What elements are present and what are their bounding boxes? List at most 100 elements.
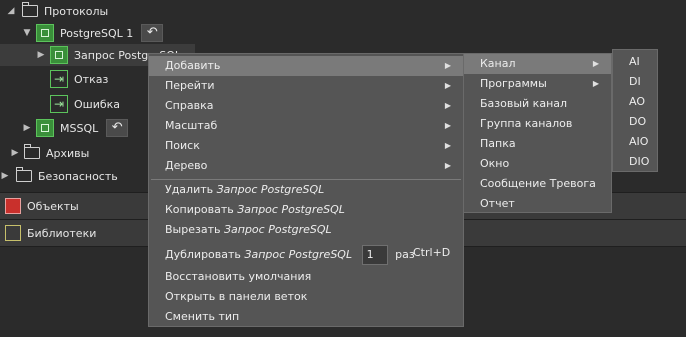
menu-item-label: Дерево — [165, 159, 208, 172]
menu-item-label: Папка — [480, 137, 516, 150]
menu-item-label: Группа каналов — [480, 117, 573, 130]
menu-item-label: Сменить тип — [165, 310, 240, 323]
menu-item-goto[interactable]: Перейти ▶ — [149, 76, 463, 96]
menu-item-change-type[interactable]: Сменить тип — [149, 307, 463, 327]
menu-item-add[interactable]: Добавить ▶ — [149, 56, 463, 76]
tree-item-archives[interactable]: ▶ Архивы — [0, 142, 89, 164]
menu-item-target: Запрос PostgreSQL — [223, 223, 332, 236]
menu-item-ai[interactable]: AI — [613, 52, 657, 72]
menu-item-cut[interactable]: Вырезать Запрос PostgreSQL — [149, 220, 463, 240]
menu-item-window[interactable]: Окно — [464, 154, 611, 174]
menu-item-label: Вырезать — [165, 223, 221, 236]
folder-icon — [16, 167, 32, 182]
menu-item-label: Копировать — [165, 203, 234, 216]
exit-arrow-icon: ⇥ — [50, 95, 68, 113]
duplicate-unit-label: раз — [395, 248, 415, 261]
collapse-arrow-icon[interactable]: ▼ — [22, 28, 32, 38]
menu-item-label: Канал — [480, 57, 516, 70]
menu-item-label: Добавить — [165, 59, 221, 72]
menu-item-label: DO — [629, 115, 647, 128]
duplicate-count-input[interactable]: 1 — [361, 245, 388, 265]
tree-item-security[interactable]: ▶ Безопасность — [0, 165, 118, 187]
tree-item-label: Ошибка — [74, 97, 121, 111]
menu-item-duplicate[interactable]: Дублировать Запрос PostgreSQL 1 раз Ctrl… — [149, 243, 463, 267]
menu-item-label: Удалить — [165, 183, 214, 196]
menu-item-label: Дублировать — [165, 248, 241, 261]
expand-arrow-icon[interactable]: ▶ — [36, 50, 46, 60]
tree-item-label: Протоколы — [44, 4, 109, 18]
expand-arrow-icon[interactable]: ▶ — [10, 148, 20, 158]
menu-item-label: AO — [629, 95, 645, 108]
submenu-arrow-icon: ▶ — [444, 81, 451, 90]
section-label: Объекты — [27, 199, 79, 213]
expand-arrow-icon[interactable]: ▶ — [0, 171, 10, 181]
submenu-arrow-icon: ▶ — [444, 121, 451, 130]
menu-item-label: Открыть в панели веток — [165, 290, 308, 303]
menu-item-delete[interactable]: Удалить Запрос PostgreSQL — [149, 180, 463, 200]
menu-item-dio[interactable]: DIO — [613, 152, 657, 172]
submenu-arrow-icon: ▶ — [592, 59, 599, 68]
tree-item-postgresql-1[interactable]: ▼ PostgreSQL 1 ↶ — [0, 22, 164, 44]
submenu-arrow-icon: ▶ — [444, 141, 451, 150]
duplicate-shortcut-label: Ctrl+D — [413, 246, 451, 259]
menu-item-base-channel[interactable]: Базовый канал — [464, 94, 611, 114]
menu-item-help[interactable]: Справка ▶ — [149, 96, 463, 116]
menu-item-target: Запрос PostgreSQL — [216, 183, 325, 196]
menu-item-restore-defaults[interactable]: Восстановить умолчания — [149, 267, 463, 287]
menu-item-label: Окно — [480, 157, 510, 170]
menu-item-copy[interactable]: Копировать Запрос PostgreSQL — [149, 200, 463, 220]
menu-item-label: DIO — [629, 155, 650, 168]
context-menu: Добавить ▶ Перейти ▶ Справка ▶ Масштаб ▶… — [148, 53, 464, 327]
objects-icon — [5, 198, 21, 214]
back-arrow-icon[interactable]: ↶ — [141, 24, 164, 42]
folder-icon — [22, 2, 38, 17]
folder-icon — [24, 144, 40, 159]
menu-item-scale[interactable]: Масштаб ▶ — [149, 116, 463, 136]
menu-item-label: Масштаб — [165, 119, 218, 132]
expand-arrow-icon[interactable]: ▶ — [22, 123, 32, 133]
libraries-icon — [5, 225, 21, 241]
menu-item-label: Поиск — [165, 139, 200, 152]
menu-item-di[interactable]: DI — [613, 72, 657, 92]
menu-item-ao[interactable]: AO — [613, 92, 657, 112]
tree-item-label: PostgreSQL 1 — [60, 26, 134, 40]
menu-item-label: AIO — [629, 135, 649, 148]
menu-item-target: Запрос PostgreSQL — [244, 248, 353, 261]
submenu-arrow-icon: ▶ — [444, 161, 451, 170]
menu-item-alarm-message[interactable]: Сообщение Тревога — [464, 174, 611, 194]
database-icon — [36, 119, 54, 137]
menu-item-label: AI — [629, 55, 640, 68]
menu-item-open-in-branch-panel[interactable]: Открыть в панели веток — [149, 287, 463, 307]
tree-item-deny[interactable]: ⇥ Отказ — [0, 68, 108, 90]
back-arrow-icon[interactable]: ↶ — [106, 119, 129, 137]
tree-item-label: Безопасность — [38, 169, 118, 183]
menu-item-label: Базовый канал — [480, 97, 568, 110]
collapse-arrow-icon[interactable]: ◢ — [6, 6, 16, 16]
tree-item-error[interactable]: ⇥ Ошибка — [0, 93, 120, 115]
menu-item-do[interactable]: DO — [613, 112, 657, 132]
menu-item-target: Запрос PostgreSQL — [237, 203, 345, 216]
tree-item-label: Архивы — [46, 146, 90, 160]
menu-item-report[interactable]: Отчет — [464, 194, 611, 214]
menu-item-label: Сообщение Тревога — [480, 177, 596, 190]
menu-item-label: Перейти — [165, 79, 215, 92]
exit-arrow-icon: ⇥ — [50, 70, 68, 88]
menu-item-search[interactable]: Поиск ▶ — [149, 136, 463, 156]
menu-item-programs[interactable]: Программы ▶ — [464, 74, 611, 94]
menu-item-tree[interactable]: Дерево ▶ — [149, 156, 463, 176]
menu-item-channel-group[interactable]: Группа каналов — [464, 114, 611, 134]
menu-item-label: Программы — [480, 77, 547, 90]
tree-item-protocols[interactable]: ◢ Протоколы — [0, 0, 108, 22]
menu-item-label: Восстановить умолчания — [165, 270, 312, 283]
menu-item-channel[interactable]: Канал ▶ — [464, 54, 611, 74]
menu-item-label: Отчет — [480, 197, 515, 210]
add-submenu: Канал ▶ Программы ▶ Базовый канал Группа… — [463, 53, 612, 213]
submenu-arrow-icon: ▶ — [444, 101, 451, 110]
menu-item-label: DI — [629, 75, 641, 88]
menu-item-aio[interactable]: AIO — [613, 132, 657, 152]
menu-item-folder[interactable]: Папка — [464, 134, 611, 154]
tree-item-mssql[interactable]: ▶ MSSQL ↶ — [0, 117, 129, 139]
menu-item-label: Справка — [165, 99, 214, 112]
database-icon — [50, 46, 68, 64]
channel-submenu: AI DI AO DO AIO DIO — [612, 49, 658, 172]
